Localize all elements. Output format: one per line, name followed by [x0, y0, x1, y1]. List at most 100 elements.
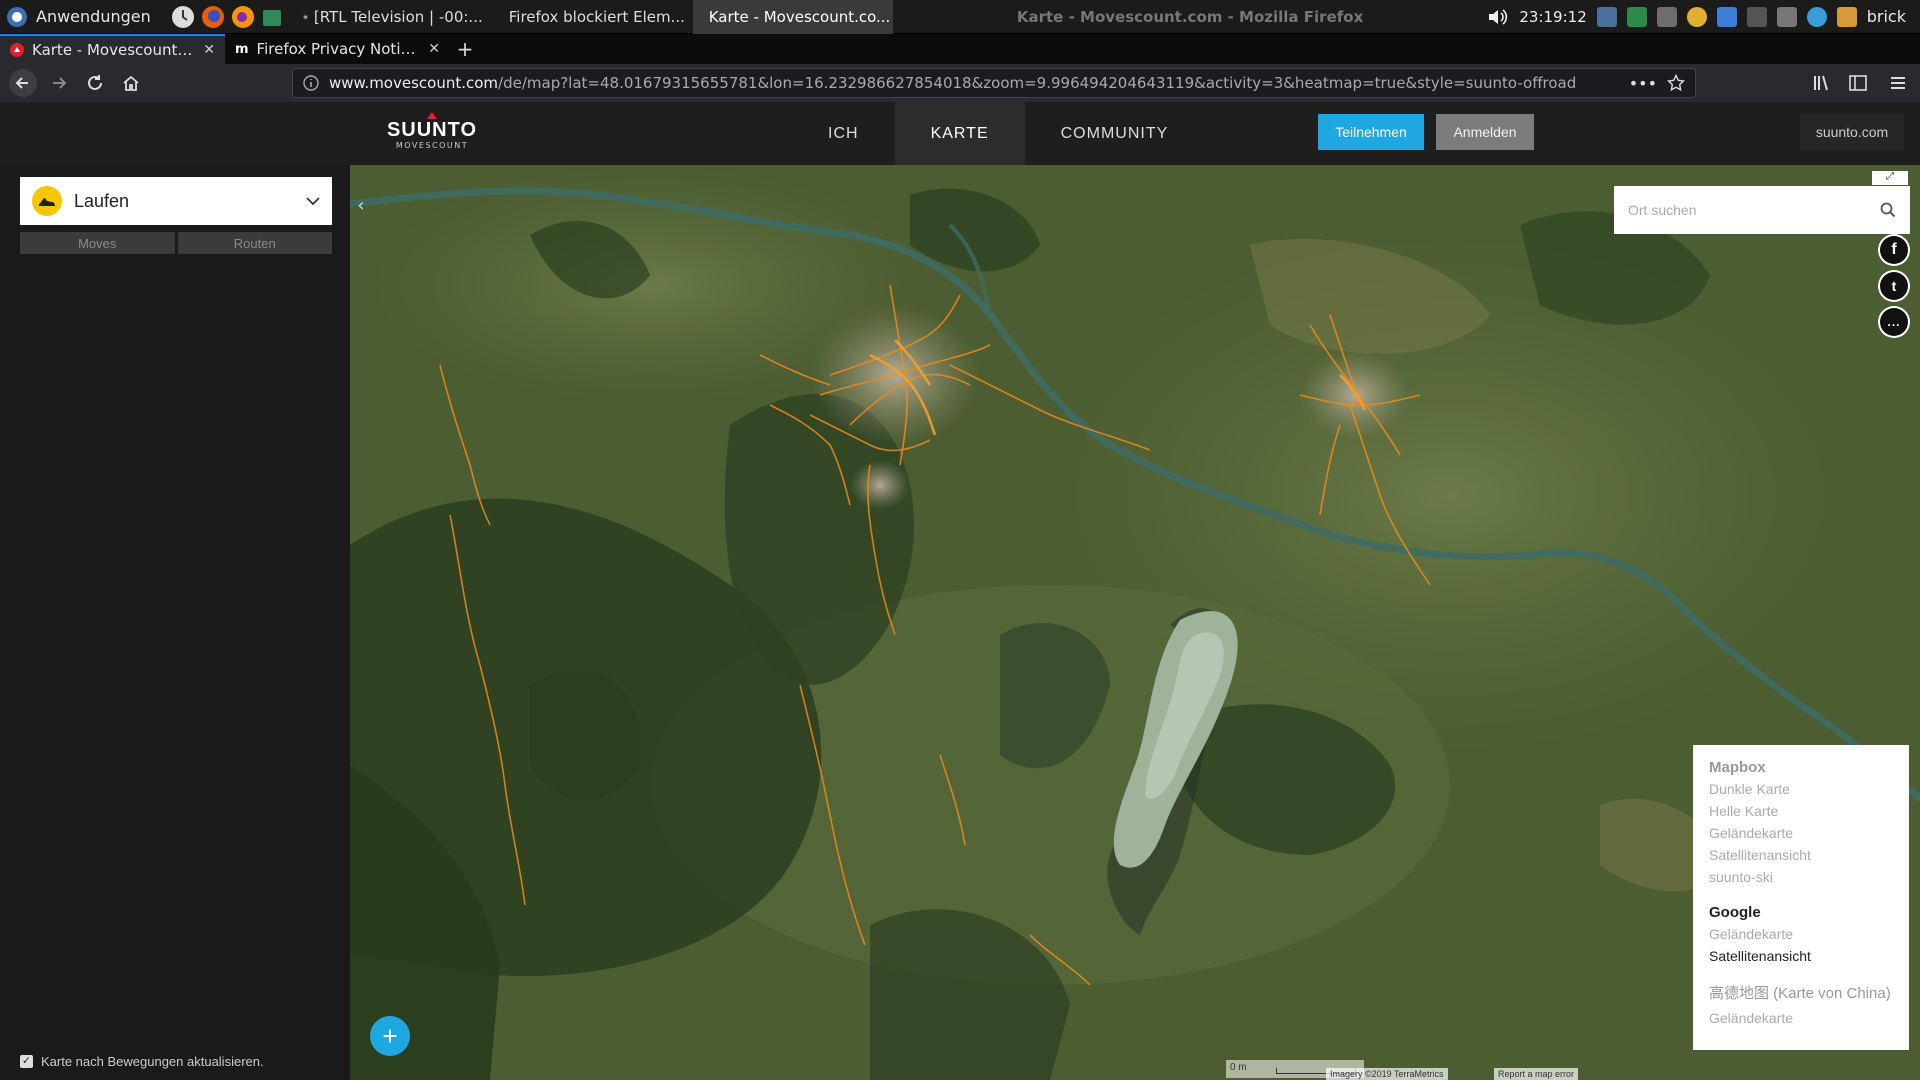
tray-pen-icon[interactable]: [1746, 6, 1767, 27]
facebook-share-button[interactable]: f: [1878, 234, 1910, 266]
firefox-alt-launcher-icon[interactable]: [231, 5, 255, 29]
site-info-icon[interactable]: [303, 75, 319, 91]
tray-sync-icon[interactable]: [1806, 6, 1827, 27]
nav-karte[interactable]: KARTE: [894, 102, 1025, 165]
tab-movescount[interactable]: Karte - Movescount.com ✕: [0, 34, 225, 64]
layer-mapbox-dark[interactable]: Dunkle Karte: [1709, 778, 1893, 800]
auto-update-label: Karte nach Bewegungen aktualisieren.: [41, 1054, 264, 1069]
tray-smiley-icon[interactable]: [1686, 6, 1707, 27]
activity-select[interactable]: Laufen: [20, 177, 332, 225]
map-canvas[interactable]: ‹ ⤢ f t ... Mapbox Dunkle Karte Helle Ka…: [350, 165, 1920, 1080]
collapse-sidebar-button[interactable]: ‹: [350, 185, 372, 225]
back-button[interactable]: [8, 68, 38, 98]
library-icon[interactable]: [1812, 73, 1832, 93]
movescount-favicon-icon: [10, 43, 24, 57]
scale-label: 0 m: [1230, 1062, 1247, 1073]
url-path: /de/map?lat=48.01679315655781&lon=16.232…: [498, 74, 1577, 92]
place-search-input[interactable]: [1628, 202, 1880, 218]
home-button[interactable]: [116, 68, 146, 98]
url-text[interactable]: www.movescount.com/de/map?lat=48.0167931…: [329, 74, 1619, 92]
applications-menu-icon: [7, 6, 27, 27]
user-name[interactable]: brick: [1867, 7, 1906, 26]
close-tab-icon[interactable]: ✕: [203, 42, 215, 58]
reload-button[interactable]: [80, 68, 110, 98]
layer-mapbox-ski[interactable]: suunto-ski: [1709, 866, 1893, 888]
imagery-credit: Imagery ©2019 TerraMetrics: [1326, 1068, 1448, 1080]
window-title: Karte - Movescount.com - Mozilla Firefox: [1016, 7, 1364, 26]
bookmark-star-icon[interactable]: [1667, 74, 1685, 92]
tray-mail-icon[interactable]: [1776, 6, 1797, 27]
task-rtl[interactable]: [RTL Television | -00:...: [293, 0, 493, 34]
sidebar-toggle-icon[interactable]: [1848, 73, 1868, 93]
mozilla-favicon-icon: m: [235, 41, 249, 57]
add-move-button[interactable]: +: [370, 1016, 410, 1056]
tray-update-icon[interactable]: [1836, 6, 1857, 27]
nav-community[interactable]: COMMUNITY: [1025, 102, 1205, 165]
task-label: [RTL Television | -00:...: [313, 7, 483, 26]
tray-chat-icon[interactable]: [1656, 6, 1677, 27]
system-tray: 23:19:12 brick: [1487, 6, 1920, 27]
close-tab-icon[interactable]: ✕: [428, 41, 440, 57]
firefox-launcher-icon[interactable]: [201, 5, 225, 29]
nav-ich[interactable]: ICH: [792, 102, 895, 165]
os-taskbar: Anwendungen [RTL Television | -00:... Fi…: [0, 0, 1920, 34]
chevron-down-icon: [306, 197, 320, 206]
layer-mapbox-terrain[interactable]: Geländekarte: [1709, 822, 1893, 844]
checkbox-checked-icon[interactable]: ✓: [20, 1055, 33, 1068]
facebook-icon: f: [1880, 236, 1908, 264]
hamburger-menu-icon[interactable]: [1888, 73, 1908, 93]
twitter-icon: t: [1880, 272, 1908, 300]
task-label: Firefox blockiert Elem...: [508, 7, 685, 26]
browser-tab-strip: Karte - Movescount.com ✕ m Firefox Priva…: [0, 34, 1920, 64]
suunto-com-link[interactable]: suunto.com: [1800, 114, 1904, 150]
map-layer-picker: Mapbox Dunkle Karte Helle Karte Geländek…: [1693, 745, 1909, 1050]
fullscreen-button[interactable]: ⤢: [1872, 171, 1908, 185]
logo-sub: MOVESCOUNT: [395, 141, 469, 150]
clock-app-icon[interactable]: [171, 5, 195, 29]
address-bar[interactable]: www.movescount.com/de/map?lat=48.0167931…: [292, 68, 1696, 98]
reload-icon: [88, 75, 102, 90]
browser-nav-bar: www.movescount.com/de/map?lat=48.0167931…: [0, 64, 1920, 102]
back-arrow-icon: [9, 69, 37, 97]
auto-update-toggle[interactable]: ✓ Karte nach Bewegungen aktualisieren.: [20, 1054, 264, 1069]
layer-china-terrain[interactable]: Geländekarte: [1709, 1007, 1893, 1029]
new-tab-button[interactable]: +: [450, 34, 480, 64]
layer-google-terrain[interactable]: Geländekarte: [1709, 923, 1893, 945]
network-monitor-icon[interactable]: [1596, 6, 1617, 27]
more-share-button[interactable]: ...: [1878, 306, 1910, 338]
tray-app-icon[interactable]: [1626, 6, 1647, 27]
twitter-share-button[interactable]: t: [1878, 270, 1910, 302]
task-label: Karte - Movescount.co...: [708, 7, 891, 26]
task-firefox-blockiert[interactable]: Firefox blockiert Elem...: [493, 0, 693, 34]
applications-menu[interactable]: Anwendungen: [0, 0, 161, 34]
layer-mapbox-light[interactable]: Helle Karte: [1709, 800, 1893, 822]
search-icon[interactable]: [1880, 202, 1896, 218]
tab-privacy-notice[interactable]: m Firefox Privacy Notice — ✕: [225, 34, 450, 64]
moves-button[interactable]: Moves: [20, 232, 175, 254]
forward-button[interactable]: [44, 68, 74, 98]
routes-button[interactable]: Routen: [177, 232, 332, 254]
layer-group-china: 高德地图 (Karte von China): [1709, 985, 1891, 1002]
login-button[interactable]: Anmelden: [1436, 114, 1534, 150]
suunto-logo[interactable]: SUUNTO MOVESCOUNT: [382, 110, 482, 150]
home-icon: [123, 75, 139, 91]
tab-label: Firefox Privacy Notice —: [256, 40, 421, 58]
tray-graph-icon[interactable]: [1716, 6, 1737, 27]
quick-launch: [161, 5, 293, 29]
report-map-error-link[interactable]: Report a map error: [1494, 1068, 1579, 1080]
running-shoe-icon: [32, 186, 62, 216]
layer-mapbox-satellite[interactable]: Satellitenansicht: [1709, 844, 1893, 866]
volume-icon[interactable]: [1487, 7, 1509, 27]
join-button[interactable]: Teilnehmen: [1318, 114, 1424, 150]
satellite-terrain: [350, 165, 1920, 1080]
page-actions-icon[interactable]: •••: [1629, 74, 1657, 93]
task-movescount[interactable]: Karte - Movescount.co...: [692, 0, 893, 34]
fullscreen-icon: ⤢: [1886, 171, 1894, 182]
plus-icon: +: [456, 37, 474, 61]
more-dots-icon: ...: [1880, 308, 1908, 336]
activity-label: Laufen: [74, 190, 130, 211]
terminal-launcher-icon[interactable]: [261, 6, 283, 28]
clock[interactable]: 23:19:12: [1519, 8, 1586, 26]
layer-google-satellite[interactable]: Satellitenansicht: [1709, 945, 1893, 967]
moves-routes-toggle: Moves Routen: [20, 232, 332, 254]
